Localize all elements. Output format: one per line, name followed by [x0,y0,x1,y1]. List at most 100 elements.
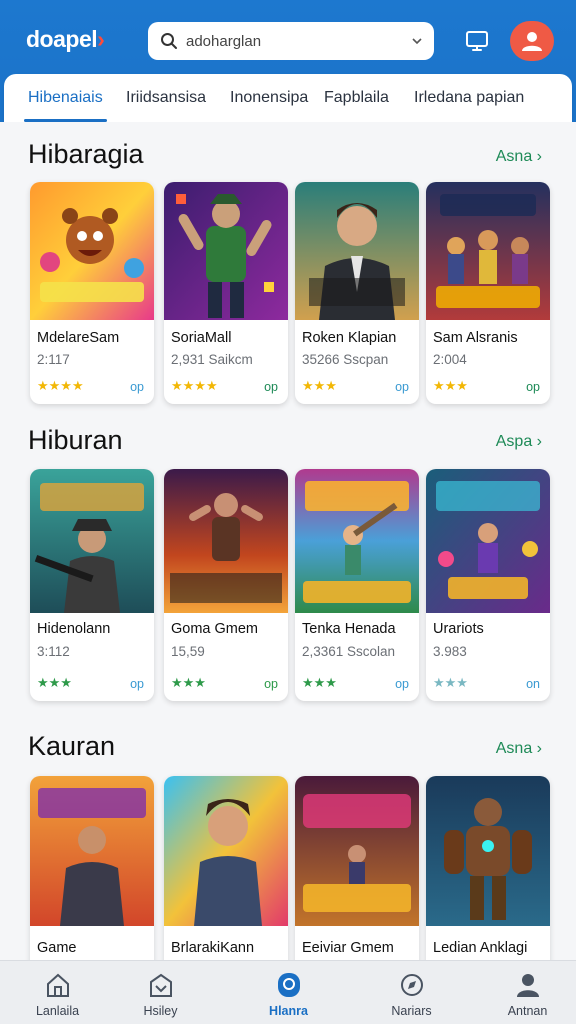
nav-label: Lanlaila [35,1004,80,1018]
search-icon [161,33,177,49]
price-badge: op [395,380,409,394]
price-badge: op [526,380,540,394]
game-cover-art [295,182,419,320]
user-icon [522,32,542,51]
search-input[interactable] [186,32,396,50]
nav-item-games[interactable]: Hlanra [231,961,346,1024]
game-card[interactable]: MdelareSam 2:117 ★★★★ op [30,182,154,404]
star-rating: ★★★ [37,675,72,690]
nav-item-explore[interactable]: Nariars [354,961,469,1024]
game-meta: 2,3361 Sscolan [302,644,396,659]
search-bar[interactable] [148,22,434,60]
account-button[interactable] [510,21,554,61]
game-title: Goma Gmem [171,621,259,637]
section-title: Hiburan [28,425,123,455]
game-card[interactable]: Roken Klapian 35266 Sscpan ★★★ op [295,182,419,404]
section-title: Hibaragia [28,139,144,169]
star-rating: ★★★★ [37,378,84,393]
game-card[interactable]: Sam Alsranis 2:004 ★★★ op [426,182,550,404]
game-meta: 2,931 Saikcm [171,352,253,367]
game-card[interactable]: Eeiviar Gmem [295,776,419,976]
game-card[interactable]: Game [30,776,154,976]
game-meta: 15,59 [171,644,205,659]
games-icon [277,973,300,997]
star-rating: ★★★★ [171,378,218,393]
game-cover-art [164,182,288,320]
price-badge: op [264,677,278,691]
game-card[interactable]: Ledian Anklagi [426,776,550,976]
nav-item-library[interactable]: Hsiley [103,961,218,1024]
nav-label: Antnan [507,1004,548,1018]
game-cover-art [30,469,154,613]
game-card[interactable]: Urariots 3.983 ★★★ on [426,469,550,701]
tab-iriidsansisa[interactable]: Iriidsansisa [126,74,206,122]
bottom-navigation: Lanlaila Hsiley Hlanra Nariars Antnan [0,960,576,1024]
nav-label: Hsiley [143,1004,178,1018]
game-meta: 3.983 [433,644,467,659]
compass-icon [400,974,423,996]
game-title: Sam Alsranis [433,330,518,346]
logo-mark: › [97,26,105,52]
nav-label: Nariars [391,1004,432,1018]
price-badge: op [130,677,144,691]
game-cover-art [295,469,419,613]
game-title: Tenka Henada [302,621,396,637]
game-cover-art [164,469,288,613]
game-meta: 3:112 [37,644,70,659]
game-cover-art [30,776,154,926]
see-all-link[interactable]: Asna › [496,740,542,758]
game-cover-art [30,182,154,320]
star-rating: ★★★ [302,675,337,690]
game-cover-art [426,182,550,320]
game-meta: 35266 Sscpan [302,352,389,367]
library-icon [149,973,172,997]
game-cover-art [426,776,550,926]
game-meta: 2:117 [37,352,70,367]
main-content: Hibaragia Asna › MdelareSam 2:117 ★★★★ o… [0,122,576,976]
game-title: BrlarakiKann [171,940,255,956]
price-badge: op [395,677,409,691]
price-badge: on [526,677,540,691]
see-all-link[interactable]: Asna › [496,148,542,166]
app-logo[interactable]: doapel› [26,26,105,53]
star-rating: ★★★ [302,378,337,393]
game-title: Eeiviar Gmem [302,940,394,956]
home-icon [46,973,69,997]
game-card[interactable]: SoriaMall 2,931 Saikcm ★★★★ op [164,182,288,404]
game-title: Hidenolann [37,621,111,637]
logo-text: doapel [26,26,98,52]
price-badge: op [130,380,144,394]
game-title: Game [37,940,77,956]
game-card[interactable]: Hidenolann 3:112 ★★★ op [30,469,154,701]
price-badge: op [264,380,278,394]
tab-fapblaila[interactable]: Fapblaila [324,74,389,122]
cast-button[interactable] [462,26,492,56]
game-title: Roken Klapian [302,330,397,346]
game-title: Urariots [433,621,484,637]
game-cover-art [295,776,419,926]
game-title: Ledian Anklagi [433,940,528,956]
category-tabs: Hibenaiais Iriidsansisa Inonensipa Fapbl… [4,74,572,122]
chevron-down-icon[interactable] [412,37,422,45]
tab-hibenaiais[interactable]: Hibenaiais [24,74,107,122]
game-cover-art [426,469,550,613]
section-title: Kauran [28,731,116,761]
monitor-icon [466,31,488,51]
tab-irledana-papian[interactable]: Irledana papian [414,74,524,122]
star-rating: ★★★ [433,378,468,393]
game-card[interactable]: BrlarakiKann [164,776,288,976]
see-all-link[interactable]: Aspa › [496,433,542,451]
nav-item-home[interactable]: Lanlaila [0,961,115,1024]
game-card[interactable]: Tenka Henada 2,3361 Sscolan ★★★ op [295,469,419,701]
game-title: MdelareSam [37,330,120,346]
star-rating: ★★★ [171,675,206,690]
nav-item-profile[interactable]: Antnan [470,961,576,1024]
star-rating: ★★★ [433,675,468,690]
nav-label: Hlanra [269,1004,308,1018]
game-title: SoriaMall [171,330,232,346]
profile-icon [516,974,539,997]
game-meta: 2:004 [433,352,467,367]
game-cover-art [164,776,288,926]
tab-inonensipa[interactable]: Inonensipa [230,74,308,122]
game-card[interactable]: Goma Gmem 15,59 ★★★ op [164,469,288,701]
